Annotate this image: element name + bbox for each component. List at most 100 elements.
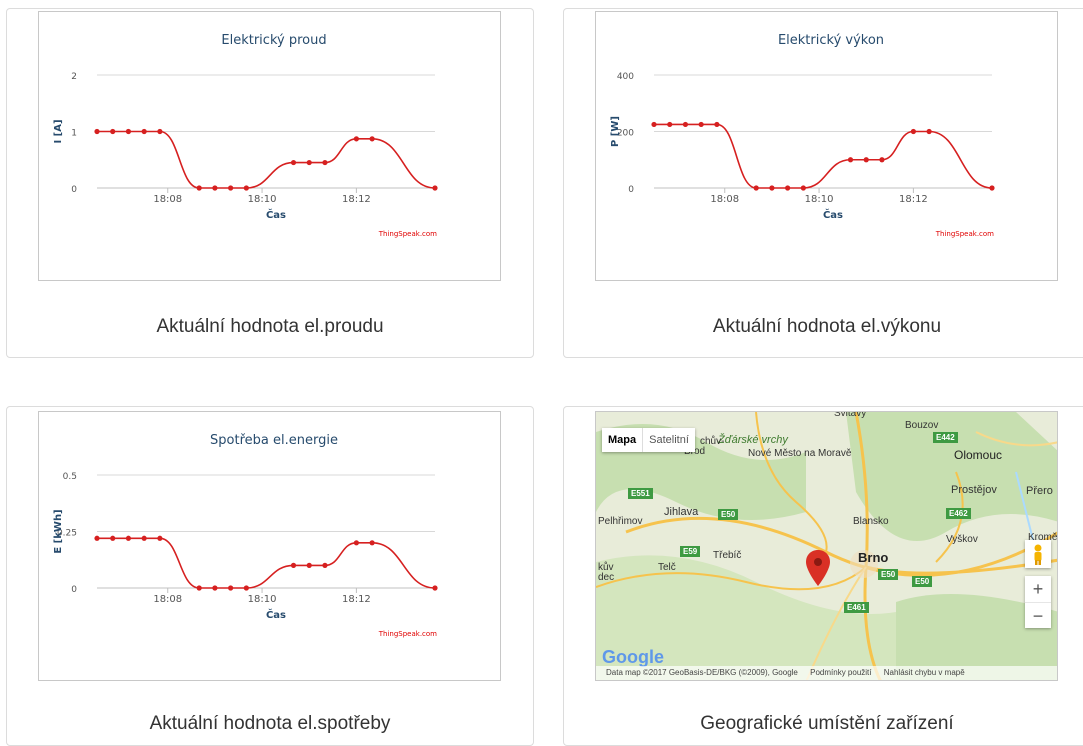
data-point: [94, 128, 100, 135]
map-place-label: Jihlava: [664, 506, 699, 518]
map-place-label: dec: [598, 572, 615, 583]
map-place-label: Bouzov: [905, 420, 939, 431]
y-tick-label: 0.5: [63, 472, 77, 482]
data-point: [290, 562, 297, 568]
pegman-icon[interactable]: [1025, 540, 1051, 568]
data-point: [110, 535, 116, 541]
energy-chart: Spotřeba el.energie00.250.518:08 18:10 18:…: [53, 433, 438, 638]
map-place-label: Blansko: [853, 516, 889, 527]
data-point: [157, 128, 163, 135]
chart-credit: ThingSpeak.com: [378, 630, 437, 638]
map-place-label: Pelhřimov: [598, 516, 643, 527]
map-place-label: Vyškov: [946, 534, 978, 545]
zoom-control: + −: [1025, 576, 1051, 628]
data-point: [228, 585, 234, 591]
data-point: [698, 121, 704, 128]
chart-card-current: Elektrický proud 0 1 2 18:08 18:10 18:12 Čas I […: [6, 8, 534, 358]
map-place-text: Nové Město na Moravě: [748, 448, 852, 459]
map-caption: Geografické umístění zařízení: [700, 713, 954, 734]
map-footer: Data map ©2017 GeoBasis-DE/BKG (©2009), …: [596, 666, 1057, 680]
chart-caption: Aktuální hodnota el.výkonu: [712, 316, 942, 337]
data-point: [141, 128, 147, 135]
data-point: [369, 540, 375, 546]
y-axis-label: P [W]: [610, 116, 621, 147]
data-point: [353, 136, 359, 142]
chart-credit: ThingSpeak.com: [378, 230, 437, 238]
data-point: [196, 185, 202, 191]
data-point: [926, 128, 932, 135]
data-point: [110, 128, 116, 135]
map-place-label: Brno: [858, 550, 889, 565]
x-tick-label: 18:12: [342, 194, 371, 205]
chart-frame: Spotřeba el.energie 0 0.25 0.5 18:08 18:10 18:…: [38, 411, 501, 681]
x-axis-label: Čas: [266, 608, 286, 621]
x-tick-label: 18:08: [153, 194, 182, 205]
map-pin-icon[interactable]: [806, 550, 830, 586]
map-card: Svitavy Žďárské vrchy chův- Brod Nové Mě…: [563, 406, 1083, 746]
data-point: [682, 121, 689, 128]
data-point: [322, 562, 328, 568]
map-type-satellite-button[interactable]: Satelitní: [642, 428, 695, 452]
map-place-label: Třebíč: [713, 550, 742, 561]
data-point: [243, 185, 249, 191]
data-point: [290, 159, 297, 166]
data-point: [879, 157, 885, 163]
data-point: [125, 535, 132, 541]
x-axis-label: Čas: [266, 208, 286, 221]
terms-link[interactable]: Podmínky použití: [810, 668, 871, 677]
chart-title: Elektrický výkon: [778, 33, 884, 48]
x-tick-label: 18:10: [248, 594, 277, 605]
data-point: [369, 136, 375, 142]
map-place-label: Žďárské vrchy: [718, 434, 788, 446]
data-point: [353, 540, 359, 546]
map-frame[interactable]: Svitavy Žďárské vrchy chův- Brod Nové Mě…: [595, 411, 1058, 681]
data-point: [989, 185, 995, 191]
power-chart: Elektrický výkon020040018:08 18:10 18:12Ča…: [610, 33, 995, 238]
chart-credit: ThingSpeak.com: [935, 230, 994, 238]
data-point: [306, 159, 312, 166]
data-point: [800, 185, 806, 191]
map-place-label: Nové Město na Moravě: [748, 448, 851, 459]
x-tick-label: 18:10: [248, 194, 277, 205]
chart-card-power: Elektrický výkon 0 200 400 18:08 18:10 18:12 Ča…: [563, 8, 1083, 358]
data-point: [157, 535, 163, 541]
x-axis-label: Čas: [823, 208, 843, 221]
data-point: [94, 535, 100, 541]
y-tick-label: 0: [71, 185, 77, 195]
x-tick-label: 18:08: [710, 194, 739, 205]
data-point: [769, 185, 775, 191]
data-point: [785, 185, 791, 191]
map-place-label: Prostějov: [951, 484, 997, 496]
map-place-label: Olomouc: [954, 448, 1003, 462]
chart-caption: Aktuální hodnota el.spotřeby: [149, 713, 391, 734]
x-tick-label: 18:08: [153, 594, 182, 605]
data-point: [714, 121, 720, 128]
y-tick-label: 0: [71, 585, 77, 595]
data-point: [432, 185, 438, 191]
chart-title: Spotřeba el.energie: [210, 433, 338, 448]
map-place-label: Svitavy: [834, 411, 867, 419]
series-line: [97, 537, 436, 589]
data-point: [212, 185, 218, 191]
report-error-link[interactable]: Nahlásit chybu v mapě: [884, 668, 965, 677]
data-point: [667, 121, 673, 128]
chart-frame: Elektrický proud 0 1 2 18:08 18:10 18:12 Čas I […: [38, 11, 501, 281]
zoom-in-button[interactable]: +: [1025, 576, 1051, 603]
x-tick-label: 18:10: [805, 194, 834, 205]
data-point: [212, 585, 218, 591]
data-point: [141, 535, 147, 541]
road-shield: E50: [718, 509, 739, 520]
google-logo: Google: [602, 647, 664, 667]
map-type-map-button[interactable]: Mapa: [602, 428, 642, 452]
map-type-control: Mapa Satelitní: [602, 428, 695, 452]
data-point: [753, 185, 759, 191]
zoom-out-button[interactable]: −: [1025, 603, 1051, 629]
y-axis-label: E [kWh]: [53, 509, 64, 553]
road-shield: E59: [680, 546, 701, 557]
data-point: [243, 585, 249, 591]
map-place-label: Přero: [1026, 485, 1053, 497]
data-point: [228, 185, 234, 191]
chart-caption: Aktuální hodnota el.proudu: [156, 316, 384, 337]
series-line: [654, 123, 993, 189]
data-point: [847, 157, 854, 163]
